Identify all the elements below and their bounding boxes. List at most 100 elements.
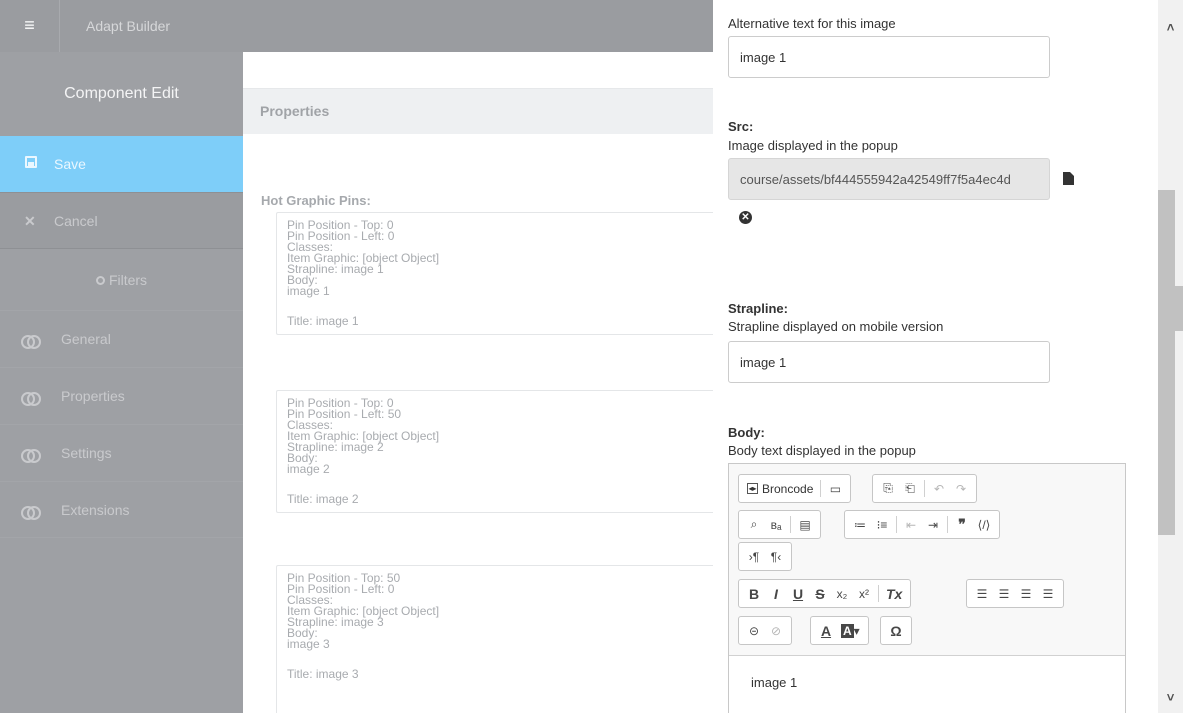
- select-all-button[interactable]: ▤: [794, 514, 816, 535]
- bg-color-button[interactable]: A ▾: [837, 620, 864, 641]
- filters-label: Filters: [108, 272, 148, 288]
- align-right-button[interactable]: ☰: [1015, 583, 1037, 604]
- remove-format-button[interactable]: Tx: [882, 583, 906, 604]
- sidebar-item-settings[interactable]: Settings: [0, 424, 243, 481]
- editor-content[interactable]: image 1: [729, 657, 1125, 713]
- section-title: Properties: [260, 103, 330, 119]
- toolbar-group-colors: A A ▾: [810, 616, 869, 645]
- scroll-down-arrow-icon[interactable]: ˅: [1158, 690, 1183, 710]
- toolbar-group-clipboard: ⎘ ⎗ ↶ ↷: [872, 474, 977, 503]
- sidebar-item-label: Extensions: [61, 502, 130, 518]
- unlink-button[interactable]: ⊘: [765, 620, 787, 641]
- cancel-label: Cancel: [54, 213, 98, 229]
- align-justify-button[interactable]: ☰: [1037, 583, 1059, 604]
- strapline-help: Strapline displayed on mobile version: [728, 319, 944, 334]
- link-icon: [21, 449, 41, 463]
- cancel-button[interactable]: ✕ Cancel: [0, 192, 243, 248]
- find-button[interactable]: ⌕: [743, 514, 765, 535]
- bold-button[interactable]: B: [743, 583, 765, 604]
- toolbar-group-lists: ≔ ⁝≡ ⇤ ⇥ ❞ ⟨/⟩: [844, 510, 1000, 539]
- body-help: Body text displayed in the popup: [728, 443, 916, 458]
- page-scrollbar[interactable]: ˄ ˅: [1158, 0, 1183, 713]
- pin-title: Title: image 3: [287, 667, 359, 681]
- pin-card[interactable]: Pin Position - Top: 0 Pin Position - Lef…: [276, 212, 713, 335]
- paste-text-button[interactable]: ⎘: [877, 478, 899, 499]
- save-label: Save: [54, 156, 86, 172]
- scroll-up-arrow-icon[interactable]: ˄: [1158, 20, 1183, 40]
- save-icon: [25, 156, 37, 168]
- pin-body-label: Body:: [287, 273, 318, 287]
- sidebar-item-extensions[interactable]: Extensions: [0, 481, 243, 538]
- outdent-button[interactable]: ⇤: [900, 514, 922, 535]
- pin-strapline: Strapline: image 2: [287, 440, 384, 454]
- sidebar-item-label: Settings: [61, 445, 112, 461]
- src-label: Src:: [728, 119, 754, 134]
- body-label: Body:: [728, 425, 765, 440]
- link-icon: [21, 506, 41, 520]
- pin-title: Title: image 2: [287, 492, 359, 506]
- rtl-button[interactable]: ¶‹: [765, 546, 787, 567]
- pin-left: Pin Position - Left: 0: [287, 582, 395, 596]
- link-icon: [21, 335, 41, 349]
- sidebar-item-general[interactable]: General: [0, 310, 243, 367]
- sidebar-title: Component Edit: [64, 85, 179, 102]
- redo-button[interactable]: ↷: [950, 478, 972, 499]
- superscript-button[interactable]: x²: [853, 583, 875, 604]
- numbered-list-button[interactable]: ≔: [849, 514, 871, 535]
- sidebar-item-label: General: [61, 331, 111, 347]
- indent-button[interactable]: ⇥: [922, 514, 944, 535]
- src-input: [728, 158, 1050, 200]
- pin-card[interactable]: Pin Position - Top: 50 Pin Position - Le…: [276, 565, 713, 713]
- pin-left: Pin Position - Left: 0: [287, 229, 395, 243]
- scrollbar-thumb-secondary[interactable]: [1175, 286, 1183, 331]
- search-icon: [95, 276, 105, 285]
- source-icon: ◂▸: [747, 483, 758, 494]
- pin-left: Pin Position - Left: 50: [287, 407, 402, 421]
- pin-body: image 3: [287, 637, 330, 651]
- clear-icon[interactable]: ✕: [739, 211, 752, 224]
- pin-body-label: Body:: [287, 626, 318, 640]
- undo-button[interactable]: ↶: [928, 478, 950, 499]
- italic-button[interactable]: I: [765, 583, 787, 604]
- source-label: Broncode: [762, 481, 814, 496]
- app-title: Adapt Builder: [86, 18, 171, 34]
- sidebar: Component Edit Save ✕ Cancel Filters Gen…: [0, 52, 243, 713]
- toolbar-group-basic-styles: B I U S x₂ x² Tx: [738, 579, 912, 608]
- pin-title: Title: image 1: [287, 314, 359, 328]
- rich-text-editor: ◂▸ Broncode ▭ ⎘ ⎗ ↶ ↷ ⌕ ʙₐ ▤ ≔ ⁝≡ ⇤ ⇥ ❞ …: [728, 463, 1126, 713]
- underline-button[interactable]: U: [787, 583, 809, 604]
- replace-button[interactable]: ʙₐ: [765, 514, 787, 535]
- text-color-button[interactable]: A: [815, 620, 837, 641]
- align-center-button[interactable]: ☰: [993, 583, 1015, 604]
- strapline-input[interactable]: [728, 341, 1050, 383]
- pin-card[interactable]: Pin Position - Top: 0 Pin Position - Lef…: [276, 390, 713, 513]
- paste-word-button[interactable]: ⎗: [899, 478, 921, 499]
- hamburger-icon[interactable]: ≡: [0, 0, 60, 52]
- toolbar-group-align: ☰ ☰ ☰ ☰: [966, 579, 1064, 608]
- pin-body-label: Body:: [287, 451, 318, 465]
- strike-button[interactable]: S: [809, 583, 831, 604]
- link-icon: [21, 392, 41, 406]
- properties-panel: Properties Hot Graphic Pins: Pin Positio…: [243, 52, 713, 713]
- div-button[interactable]: ⟨/⟩: [973, 514, 995, 535]
- bulleted-list-button[interactable]: ⁝≡: [871, 514, 893, 535]
- file-icon[interactable]: [1063, 172, 1074, 185]
- sidebar-item-properties[interactable]: Properties: [0, 367, 243, 424]
- special-char-button[interactable]: Ω: [885, 620, 907, 641]
- pins-title: Hot Graphic Pins:: [261, 193, 371, 208]
- scrollbar-thumb[interactable]: [1158, 190, 1175, 535]
- src-help: Image displayed in the popup: [728, 138, 898, 153]
- source-button[interactable]: ◂▸ Broncode: [743, 478, 817, 499]
- ltr-button[interactable]: ›¶: [743, 546, 765, 567]
- maximize-button[interactable]: ▭: [824, 478, 846, 499]
- align-left-button[interactable]: ☰: [971, 583, 993, 604]
- bg-color-icon: A: [841, 623, 854, 638]
- link-button[interactable]: ⊝: [743, 620, 765, 641]
- subscript-button[interactable]: x₂: [831, 583, 853, 604]
- pin-strapline: Strapline: image 3: [287, 615, 384, 629]
- blockquote-button[interactable]: ❞: [951, 514, 973, 535]
- alt-text-input[interactable]: [728, 36, 1050, 78]
- toolbar-group-direction: ›¶ ¶‹: [738, 542, 792, 571]
- save-button[interactable]: Save: [0, 136, 243, 192]
- filters-button[interactable]: Filters: [0, 248, 243, 310]
